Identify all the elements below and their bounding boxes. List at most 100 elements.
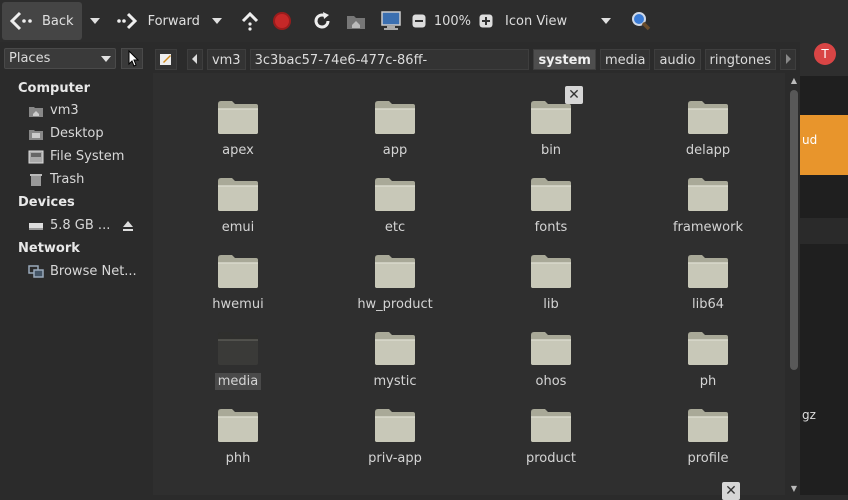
sidebar-item-label: File System [50, 149, 125, 164]
file-item[interactable]: phh [178, 406, 298, 467]
file-item[interactable]: emui [178, 175, 298, 236]
scrollbar-thumb[interactable] [790, 90, 798, 370]
search-icon[interactable] [631, 11, 651, 31]
home-folder-icon [28, 104, 44, 118]
file-label: framework [672, 220, 743, 235]
file-label: profile [687, 451, 729, 466]
file-item[interactable]: bin [491, 98, 611, 159]
file-item[interactable]: mystic [335, 329, 455, 390]
folder-icon [375, 178, 415, 211]
sidebar-item-file-system[interactable]: File System [28, 149, 124, 164]
zoom-in-icon[interactable] [479, 14, 493, 28]
file-view: apex app bin delapp emui etc fonts framework hwe… [153, 73, 785, 495]
file-label: bin [540, 143, 562, 158]
avatar[interactable]: T [814, 43, 836, 65]
folder-icon [218, 255, 258, 288]
file-item[interactable]: apex [178, 98, 298, 159]
folder-icon [218, 101, 258, 134]
sidebar-item-browse-network[interactable]: Browse Net... [28, 264, 137, 279]
section-computer: Computer [18, 81, 91, 96]
scroll-down-icon[interactable]: ▼ [789, 484, 799, 493]
forward-history-dropdown[interactable] [211, 18, 222, 24]
close-icon-bottom[interactable]: ✕ [722, 482, 740, 500]
file-label: product [525, 451, 576, 466]
crumb-media[interactable]: media [599, 48, 651, 70]
crumb-vm3[interactable]: vm3 [206, 48, 246, 70]
stop-icon[interactable] [272, 11, 292, 31]
chevron-left-icon [191, 54, 197, 64]
places-select[interactable]: Places [4, 48, 116, 69]
sidebar-item-label: Desktop [50, 126, 104, 141]
file-item[interactable]: priv-app [335, 406, 455, 467]
places-dropdown-icon [101, 55, 111, 62]
view-mode-dropdown[interactable] [601, 18, 612, 24]
file-item[interactable]: media [178, 329, 298, 390]
network-icon [28, 264, 44, 279]
computer-icon[interactable] [380, 11, 402, 31]
file-item[interactable]: delapp [648, 98, 768, 159]
crumb-audio[interactable]: audio [654, 48, 701, 70]
folder-icon [531, 332, 571, 365]
crumb-system[interactable]: system [533, 48, 596, 70]
folder-icon [531, 409, 571, 442]
file-item[interactable]: framework [648, 175, 768, 236]
file-item[interactable]: product [491, 406, 611, 467]
drive-icon [28, 219, 44, 233]
background-file-text: gz [802, 408, 816, 422]
sidebar-item-label: Browse Net... [50, 264, 137, 279]
close-icon[interactable]: ✕ [565, 86, 583, 104]
file-item[interactable]: hwemui [178, 252, 298, 313]
crumb-uuid[interactable]: 3c3bac57-74e6-477c-86ff-0e586c1e7959 [249, 48, 530, 89]
file-item[interactable]: profile [648, 406, 768, 467]
back-history-dropdown[interactable] [89, 18, 100, 24]
sidebar-item-label: Trash [50, 172, 85, 187]
sidebar-item-vm3[interactable]: vm3 [28, 103, 79, 118]
home-folder-icon[interactable] [346, 12, 366, 30]
file-label: apex [222, 143, 254, 158]
crumb-ringtones[interactable]: ringtones [704, 48, 777, 70]
folder-icon [375, 409, 415, 442]
file-label: ohos [535, 374, 567, 389]
file-label: etc [384, 220, 406, 235]
file-label: lib [543, 297, 559, 312]
path-scroll-right[interactable] [780, 48, 796, 70]
file-label: app [382, 143, 408, 158]
sidebar-item-trash[interactable]: Trash [28, 172, 84, 187]
scroll-up-icon[interactable]: ▲ [789, 76, 799, 85]
file-item[interactable]: etc [335, 175, 455, 236]
file-item[interactable]: ph [648, 329, 768, 390]
up-arrow-icon[interactable] [240, 11, 260, 31]
file-item[interactable]: lib64 [648, 252, 768, 313]
forward-label: Forward [147, 13, 200, 29]
sidebar-item-desktop[interactable]: Desktop [28, 126, 104, 141]
section-network: Network [18, 241, 80, 256]
pathbar: vm3 3c3bac57-74e6-477c-86ff-0e586c1e7959… [155, 45, 800, 89]
folder-icon [375, 255, 415, 288]
forward-button[interactable]: Forward [116, 0, 200, 42]
file-item[interactable]: fonts [491, 175, 611, 236]
close-sidebar-button[interactable] [121, 48, 143, 69]
path-scroll-left[interactable] [186, 48, 203, 70]
file-label: priv-app [368, 451, 422, 466]
sidebar-item-drive[interactable]: 5.8 GB ... [28, 218, 110, 233]
reload-icon[interactable] [312, 11, 332, 31]
folder-icon [688, 332, 728, 365]
folder-icon [218, 332, 258, 365]
desktop-folder-icon [28, 127, 44, 141]
file-item[interactable]: app [335, 98, 455, 159]
file-item[interactable]: ohos [491, 329, 611, 390]
back-label: Back [42, 13, 74, 29]
back-arrow-icon [10, 11, 34, 31]
edit-location-button[interactable] [155, 48, 177, 70]
file-label: mystic [373, 374, 417, 389]
folder-icon [375, 101, 415, 134]
folder-icon [218, 409, 258, 442]
file-item[interactable]: lib [491, 252, 611, 313]
eject-icon[interactable] [122, 220, 134, 232]
view-mode-select[interactable]: Icon View [505, 14, 567, 29]
back-button[interactable]: Back [2, 2, 82, 40]
file-label: fonts [534, 220, 568, 235]
zoom-out-icon[interactable] [412, 14, 426, 28]
toolbar: Back Forward 100% Icon View [0, 0, 800, 42]
file-item[interactable]: hw_product [335, 252, 455, 313]
